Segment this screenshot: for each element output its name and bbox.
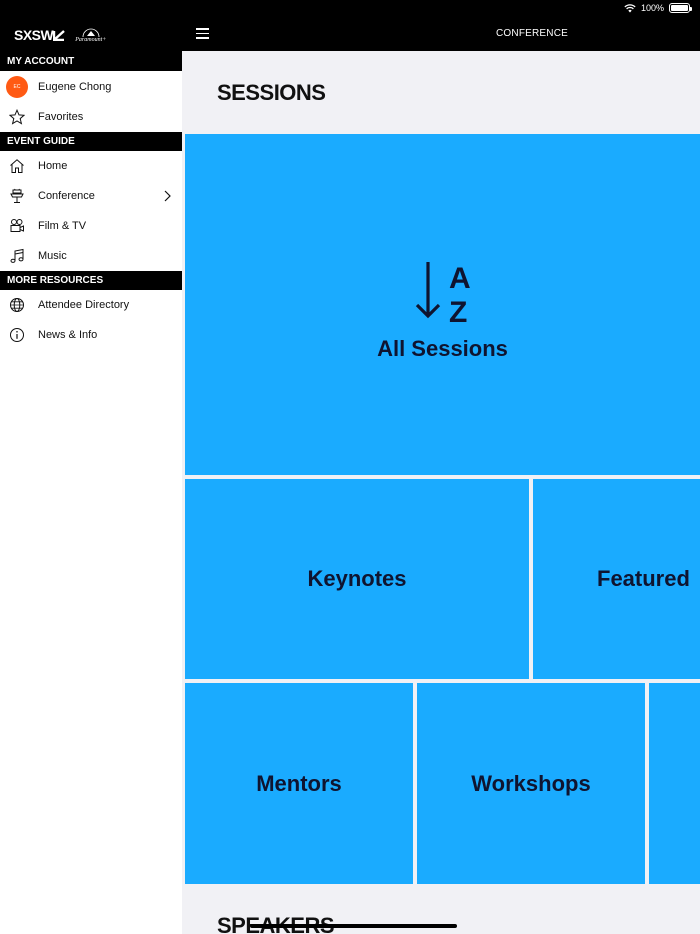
sidebar-item-conference[interactable]: Conference <box>0 181 182 211</box>
featured-tile[interactable]: Featured <box>533 479 700 679</box>
info-icon <box>8 326 26 344</box>
keynotes-tile[interactable]: Keynotes <box>185 479 529 679</box>
battery-icon <box>669 3 692 13</box>
main-content[interactable]: SESSIONS A Z All Sessions Keynotes Featu… <box>182 51 700 934</box>
status-bar: 100% <box>0 0 700 18</box>
podium-icon <box>8 187 26 205</box>
sidebar-item-label: Favorites <box>38 111 84 123</box>
menu-icon[interactable] <box>196 28 209 39</box>
sidebar-item-favorites[interactable]: Favorites <box>0 102 182 132</box>
battery-fill <box>671 5 688 11</box>
sidebar-item-label: Home <box>38 160 68 172</box>
home-icon <box>8 157 26 175</box>
paramount-logo: Paramount+ <box>75 27 106 43</box>
status-indicators: 100% <box>624 3 692 13</box>
sidebar-item-label: Eugene Chong <box>38 80 112 93</box>
next-tile[interactable] <box>649 683 700 884</box>
keynotes-label: Keynotes <box>307 566 407 591</box>
sidebar: SXSW Paramount+ MY ACCOUNT EC Eugene Cho… <box>0 18 182 934</box>
sxsw-logo-mark <box>53 30 66 42</box>
workshops-label: Workshops <box>471 770 591 796</box>
featured-label: Featured <box>597 566 690 591</box>
top-nav-bar: CONFERENCE <box>182 18 700 51</box>
wifi-icon <box>624 3 636 12</box>
all-sessions-tile[interactable]: A Z All Sessions <box>185 134 700 475</box>
all-sessions-label: All Sessions <box>377 335 508 361</box>
sidebar-item-music[interactable]: Music <box>0 241 182 271</box>
mentors-label: Mentors <box>256 770 342 796</box>
sidebar-item-label: Conference <box>38 190 95 202</box>
sidebar-item-news-info[interactable]: News & Info <box>0 320 182 350</box>
music-note-icon <box>8 247 26 265</box>
sidebar-item-label: Music <box>38 250 67 262</box>
sxsw-logo[interactable]: SXSW <box>14 27 66 43</box>
sidebar-item-profile[interactable]: EC Eugene Chong <box>0 71 182 102</box>
sort-a-z-icon: A Z <box>415 261 471 326</box>
paramount-logo-text: Paramount+ <box>75 37 107 43</box>
sidebar-item-label: Film & TV <box>38 220 87 232</box>
sidebar-item-home[interactable]: Home <box>0 151 182 181</box>
avatar: EC <box>6 75 28 98</box>
mountain-icon <box>82 28 100 37</box>
page-heading: CONFERENCE <box>496 28 569 39</box>
film-camera-icon <box>8 217 26 235</box>
mentors-tile[interactable]: Mentors <box>185 683 413 884</box>
globe-icon <box>8 296 26 314</box>
sidebar-item-film-tv[interactable]: Film & TV <box>0 211 182 241</box>
page-title: SESSIONS <box>217 80 326 105</box>
star-icon <box>8 108 26 126</box>
section-header-more-resources: MORE RESOURCES <box>0 271 182 290</box>
sidebar-item-label: Attendee Directory <box>38 299 130 311</box>
section-header-event-guide: EVENT GUIDE <box>0 132 182 151</box>
section-header-my-account: MY ACCOUNT <box>0 52 182 71</box>
workshops-tile[interactable]: Workshops <box>417 683 645 884</box>
sort-letter-bottom: Z <box>449 296 467 326</box>
home-indicator[interactable] <box>250 924 457 928</box>
battery-percent: 100% <box>640 3 664 13</box>
chevron-right-icon <box>164 190 171 202</box>
sidebar-item-label: News & Info <box>38 329 98 341</box>
brand-bar: SXSW Paramount+ <box>0 18 182 52</box>
sidebar-item-attendee-directory[interactable]: Attendee Directory <box>0 290 182 320</box>
sxsw-logo-text: SXSW <box>14 27 54 43</box>
sort-letter-top: A <box>449 262 471 295</box>
